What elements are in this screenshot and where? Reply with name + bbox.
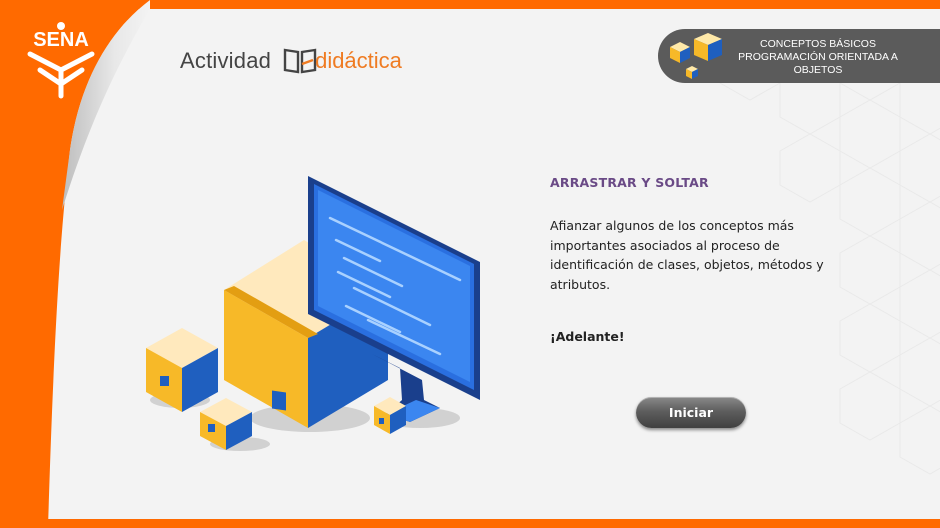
brand-prefix: Actividad: [180, 48, 272, 73]
book-icon: [283, 48, 317, 74]
activity-objective: Afianzar algunos de los conceptos más im…: [550, 218, 824, 292]
course-title: CONCEPTOS BÁSICOS PROGRAMACIÓN ORIENTADA…: [726, 38, 910, 77]
course-badge: CONCEPTOS BÁSICOS PROGRAMACIÓN ORIENTADA…: [658, 29, 940, 83]
computer-boxes-illustration: [146, 176, 480, 451]
brand-suffix: didáctica: [315, 48, 402, 73]
encouragement-text: ¡Adelante!: [550, 329, 625, 344]
boxes-icon: [670, 33, 722, 79]
course-title-line-2: PROGRAMACIÓN ORIENTADA A: [738, 51, 898, 63]
logo-text: SENA: [33, 29, 89, 51]
activity-brand: Actividad didáctica: [180, 44, 402, 78]
course-title-line-3: OBJETOS: [793, 64, 843, 76]
sena-logo-icon: SENA: [27, 22, 95, 99]
start-button[interactable]: Iniciar: [636, 397, 746, 428]
activity-description: ARRASTRAR Y SOLTAR Afianzar algunos de l…: [550, 175, 850, 344]
activity-title: ARRASTRAR Y SOLTAR: [550, 175, 709, 190]
course-title-line-1: CONCEPTOS BÁSICOS: [760, 38, 876, 50]
